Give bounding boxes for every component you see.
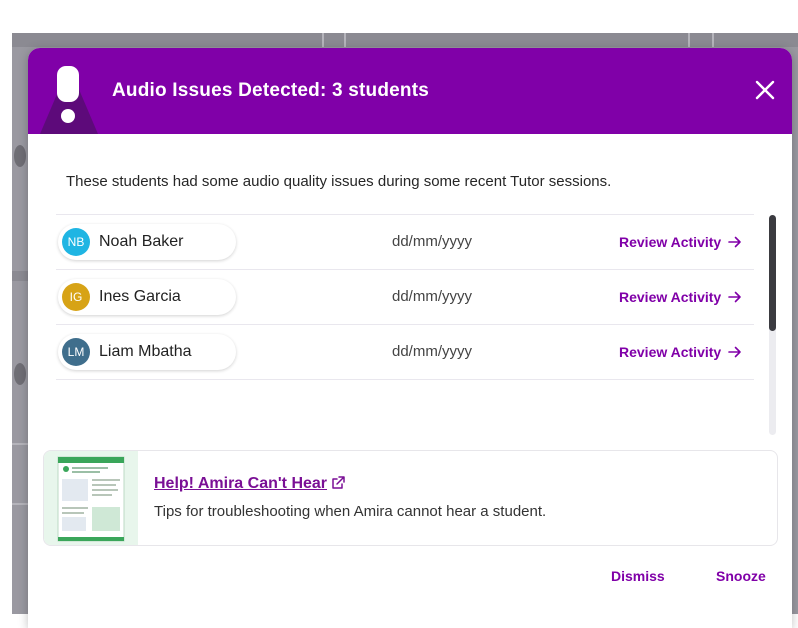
avatar: LM bbox=[62, 338, 90, 366]
resource-title-link[interactable]: Help! Amira Can't Hear bbox=[154, 475, 327, 493]
review-activity-link[interactable]: Review Activity bbox=[619, 215, 742, 269]
session-date: dd/mm/yyyy bbox=[392, 233, 473, 250]
resource-description: Tips for troubleshooting when Amira cann… bbox=[154, 503, 547, 520]
student-row: LM Liam Mbatha dd/mm/yyyy Review Activit… bbox=[56, 324, 754, 380]
student-chip: NB Noah Baker bbox=[58, 224, 236, 260]
avatar: NB bbox=[62, 228, 90, 256]
dismiss-button[interactable]: Dismiss bbox=[611, 568, 665, 584]
session-date: dd/mm/yyyy bbox=[392, 343, 473, 360]
arrow-right-icon bbox=[728, 346, 741, 358]
review-activity-link[interactable]: Review Activity bbox=[619, 325, 742, 379]
close-icon[interactable] bbox=[754, 79, 776, 101]
external-link-icon[interactable] bbox=[330, 475, 346, 491]
review-activity-link[interactable]: Review Activity bbox=[619, 270, 742, 324]
student-row: NB Noah Baker dd/mm/yyyy Review Activity bbox=[56, 214, 754, 269]
exclamation-icon bbox=[40, 66, 98, 134]
session-date: dd/mm/yyyy bbox=[392, 288, 473, 305]
intro-text: These students had some audio quality is… bbox=[66, 173, 612, 190]
student-chip: IG Ines Garcia bbox=[58, 279, 236, 315]
snooze-button[interactable]: Snooze bbox=[716, 568, 766, 584]
student-name: Liam Mbatha bbox=[99, 343, 192, 360]
student-chip: LM Liam Mbatha bbox=[58, 334, 236, 370]
student-name: Ines Garcia bbox=[99, 288, 181, 305]
avatar: IG bbox=[62, 283, 90, 311]
modal-title: Audio Issues Detected: 3 students bbox=[112, 80, 430, 101]
audio-issues-modal: Audio Issues Detected: 3 students These … bbox=[28, 48, 792, 628]
list-scrollbar[interactable] bbox=[769, 215, 776, 435]
arrow-right-icon bbox=[728, 236, 741, 248]
arrow-right-icon bbox=[728, 291, 741, 303]
review-activity-label: Review Activity bbox=[619, 234, 722, 250]
review-activity-label: Review Activity bbox=[619, 344, 722, 360]
student-name: Noah Baker bbox=[99, 233, 184, 250]
scrollbar-thumb[interactable] bbox=[769, 215, 776, 331]
student-row: IG Ines Garcia dd/mm/yyyy Review Activit… bbox=[56, 269, 754, 324]
help-resource-card: Help! Amira Can't Hear Tips for troubles… bbox=[43, 450, 778, 546]
student-list: NB Noah Baker dd/mm/yyyy Review Activity… bbox=[56, 214, 754, 434]
review-activity-label: Review Activity bbox=[619, 289, 722, 305]
modal-header: Audio Issues Detected: 3 students bbox=[28, 48, 792, 134]
resource-thumbnail bbox=[44, 451, 138, 545]
